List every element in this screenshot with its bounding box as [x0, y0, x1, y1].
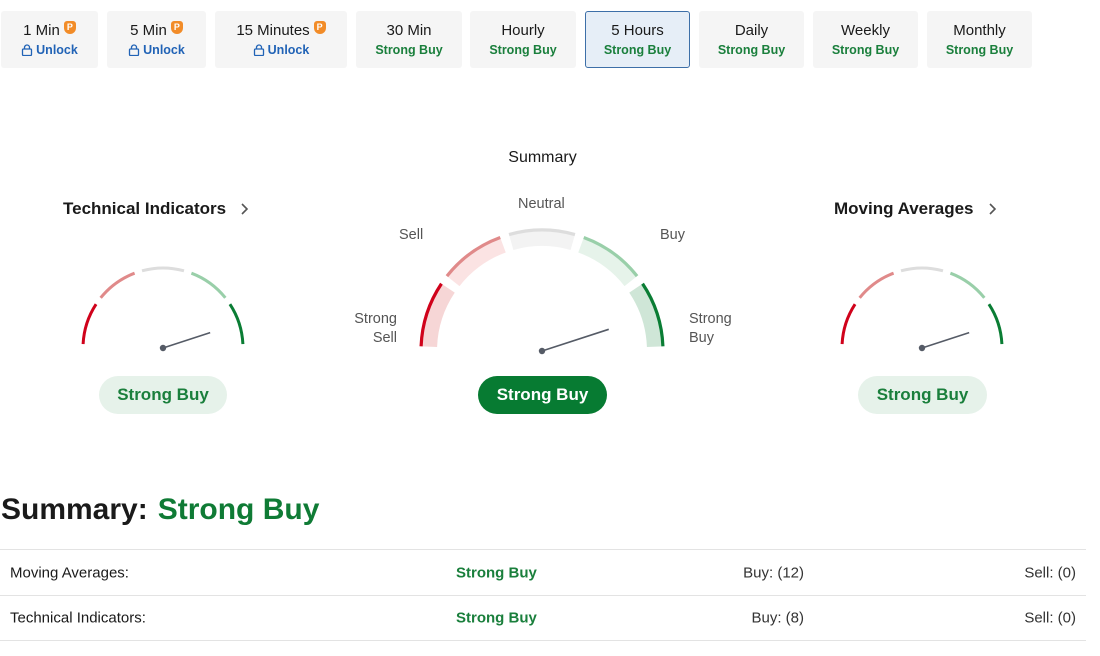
gauge-arc-strong-sell — [81, 303, 98, 345]
tab-sub-label: Strong Buy — [831, 43, 900, 57]
tab-5-hours[interactable]: 5 Hours Strong Buy — [585, 11, 690, 68]
pro-badge-icon: P — [170, 21, 183, 34]
row-verdict: Strong Buy — [456, 564, 537, 581]
row-buy-count: Buy: (8) — [751, 609, 804, 627]
gauge-needle-hub — [159, 344, 167, 352]
tab-sub-label: Unlock — [143, 43, 185, 57]
summary-gauge-title: Summary — [508, 149, 577, 166]
gauge-arc-sell — [858, 271, 895, 299]
technical-indicators-verdict: Strong Buy — [99, 376, 227, 414]
gauge-arc-neutral — [141, 266, 185, 273]
tab-sub-label: Strong Buy — [717, 43, 786, 57]
tab-title: Weekly — [841, 22, 890, 39]
tab-daily[interactable]: Daily Strong Buy — [699, 11, 804, 68]
technical-indicators-label: Technical Indicators — [63, 199, 227, 218]
tab-5-min[interactable]: 5 Min P Unlock — [107, 11, 206, 68]
summary-gauge — [419, 228, 665, 355]
tab-title: 5 Hours — [611, 22, 664, 39]
tab-sub-label: Strong Buy — [489, 43, 557, 57]
gauge-label-neutral: Neutral — [518, 196, 565, 212]
row-verdict: Strong Buy — [456, 609, 537, 627]
table-row: Technical Indicators: Strong Buy Buy: (8… — [0, 595, 1086, 641]
moving-averages-label: Moving Averages — [834, 199, 974, 218]
tab-1-min[interactable]: 1 Min P Unlock — [1, 11, 98, 68]
gauge-label-strong-sell: Strong Sell — [354, 311, 397, 346]
tab-sub-label: Strong Buy — [945, 43, 1014, 57]
tab-title: 5 Min — [130, 22, 167, 39]
row-name: Moving Averages: — [10, 564, 129, 581]
gauge-arc-neutral — [900, 266, 944, 273]
gauge-arc-strong-buy — [987, 303, 1004, 345]
tab-title: Monthly — [953, 22, 1006, 39]
tab-sub-label: Strong Buy — [375, 43, 443, 57]
pro-badge-icon: P — [63, 21, 76, 34]
tab-monthly[interactable]: Monthly Strong Buy — [927, 11, 1032, 68]
tab-title: Hourly — [501, 22, 545, 39]
moving-averages-verdict: Strong Buy — [858, 376, 987, 414]
table-row: Moving Averages: Strong Buy Buy: (12) Se… — [0, 549, 1086, 595]
gauge-needle — [921, 331, 970, 349]
tab-title: 30 Min — [386, 22, 432, 39]
technical-indicators-title[interactable]: Technical Indicators — [63, 199, 249, 219]
lock-icon — [22, 44, 33, 56]
pro-badge-icon: P — [313, 21, 326, 34]
row-sell-count: Sell: (0) — [1024, 609, 1076, 627]
summary-heading-value: Strong Buy — [157, 493, 320, 526]
summary-heading: Summary: Strong Buy — [1, 493, 319, 527]
tab-weekly[interactable]: Weekly Strong Buy — [813, 11, 918, 68]
gauge-band-sell — [446, 237, 506, 287]
chevron-right-icon[interactable] — [988, 202, 997, 216]
tab-hourly[interactable]: Hourly Strong Buy — [470, 11, 576, 68]
tab-sub-label: Unlock — [267, 43, 310, 57]
gauge-needle — [162, 331, 211, 349]
gauge-arc-buy — [190, 271, 227, 299]
row-buy-count: Buy: (12) — [743, 564, 804, 581]
lock-icon — [253, 44, 264, 56]
gauge-label-strong-buy: Strong Buy — [689, 311, 732, 346]
row-sell-count: Sell: (0) — [1024, 564, 1076, 581]
summary-table: Moving Averages: Strong Buy Buy: (12) Se… — [0, 549, 1086, 641]
gauge-band-buy — [578, 237, 638, 287]
moving-averages-title[interactable]: Moving Averages — [834, 199, 997, 219]
gauge-needle-hub — [918, 344, 926, 352]
gauge-needle-hub — [538, 347, 546, 355]
tab-sub-label: Strong Buy — [603, 43, 672, 57]
chevron-right-icon[interactable] — [240, 202, 249, 216]
gauge-needle — [541, 328, 609, 352]
tab-30-min[interactable]: 30 Min Strong Buy — [356, 11, 462, 68]
gauge-arc-strong-sell — [840, 303, 857, 345]
lock-icon — [129, 44, 140, 56]
gauge-arc-buy — [949, 271, 986, 299]
summary-heading-label: Summary: — [1, 493, 148, 526]
gauge-arc-sell — [99, 271, 136, 299]
tab-title: Daily — [734, 22, 769, 39]
tab-title: 1 Min — [23, 22, 60, 39]
tab-15-minutes[interactable]: 15 Minutes P Unlock — [215, 11, 347, 68]
tab-title: 15 Minutes — [236, 22, 310, 39]
gauge-arc-strong-buy — [228, 303, 245, 345]
technical-indicators-gauge — [81, 266, 245, 352]
moving-averages-gauge — [840, 266, 1004, 352]
tab-sub-label: Unlock — [36, 43, 78, 57]
summary-verdict: Strong Buy — [478, 376, 607, 414]
row-name: Technical Indicators: — [10, 609, 146, 627]
